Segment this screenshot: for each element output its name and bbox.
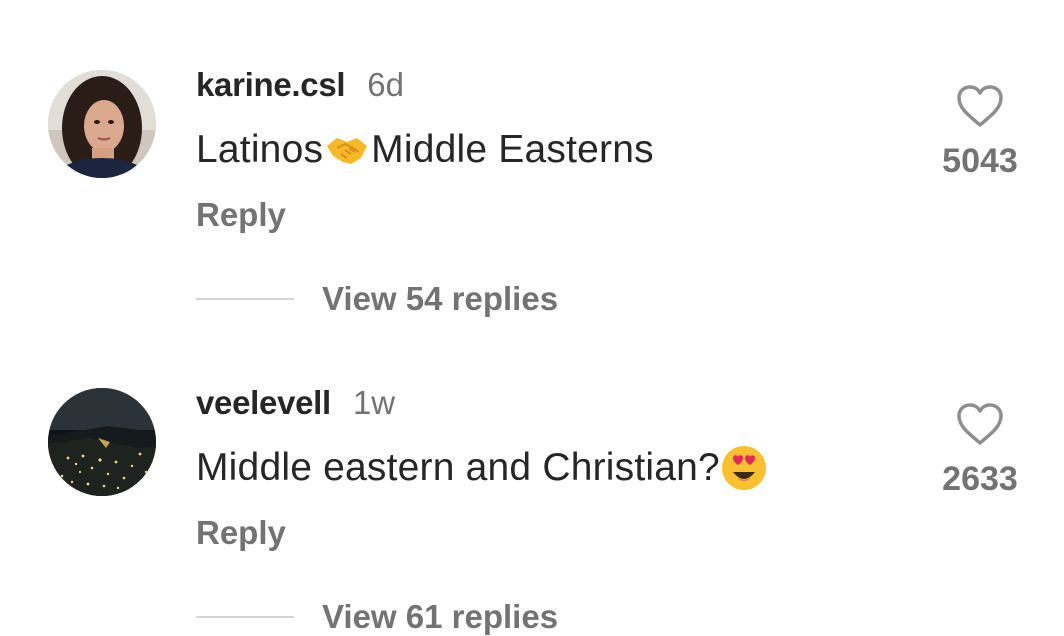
like-count: 2633 — [942, 460, 1018, 498]
comment-text-part: Middle eastern and Christian? — [196, 446, 720, 489]
avatar[interactable] — [48, 70, 156, 178]
comment-text-part: Middle Easterns — [371, 128, 654, 171]
like-count: 5043 — [942, 142, 1018, 180]
comment-text: Latinos Middle Easterns — [196, 126, 654, 174]
view-replies-label: View 61 replies — [322, 598, 559, 635]
username[interactable]: karine.csl — [196, 66, 346, 104]
divider-line — [196, 298, 294, 300]
reply-button[interactable]: Reply — [196, 514, 286, 552]
divider-line — [196, 616, 294, 618]
timestamp: 6d — [367, 66, 404, 103]
comment-meta: veelevell 1w — [196, 384, 395, 422]
like-area: 5043 — [940, 84, 1020, 181]
comment-text-part: Latinos — [196, 128, 324, 171]
view-replies-button[interactable]: View 54 replies — [196, 280, 558, 318]
comment-meta: karine.csl 6d — [196, 66, 404, 104]
view-replies-label: View 54 replies — [322, 280, 559, 317]
view-replies-button[interactable]: View 61 replies — [196, 598, 558, 636]
heart-eyes-emoji-icon — [720, 444, 768, 492]
username[interactable]: veelevell — [196, 384, 331, 422]
handshake-emoji-icon — [323, 126, 371, 174]
reply-button[interactable]: Reply — [196, 196, 286, 234]
timestamp: 1w — [352, 384, 396, 421]
avatar-photo-icon — [48, 70, 156, 178]
comment-text: Middle eastern and Christian? — [196, 444, 768, 492]
heart-icon[interactable] — [956, 84, 1004, 128]
comment-item: karine.csl 6d Latinos Middle Easterns Re… — [0, 0, 1064, 318]
avatar[interactable] — [48, 388, 156, 496]
comment-item: veelevell 1w Middle eastern and Christia… — [0, 318, 1064, 636]
avatar-photo-icon — [48, 388, 156, 496]
like-area: 2633 — [940, 402, 1020, 499]
heart-icon[interactable] — [956, 402, 1004, 446]
